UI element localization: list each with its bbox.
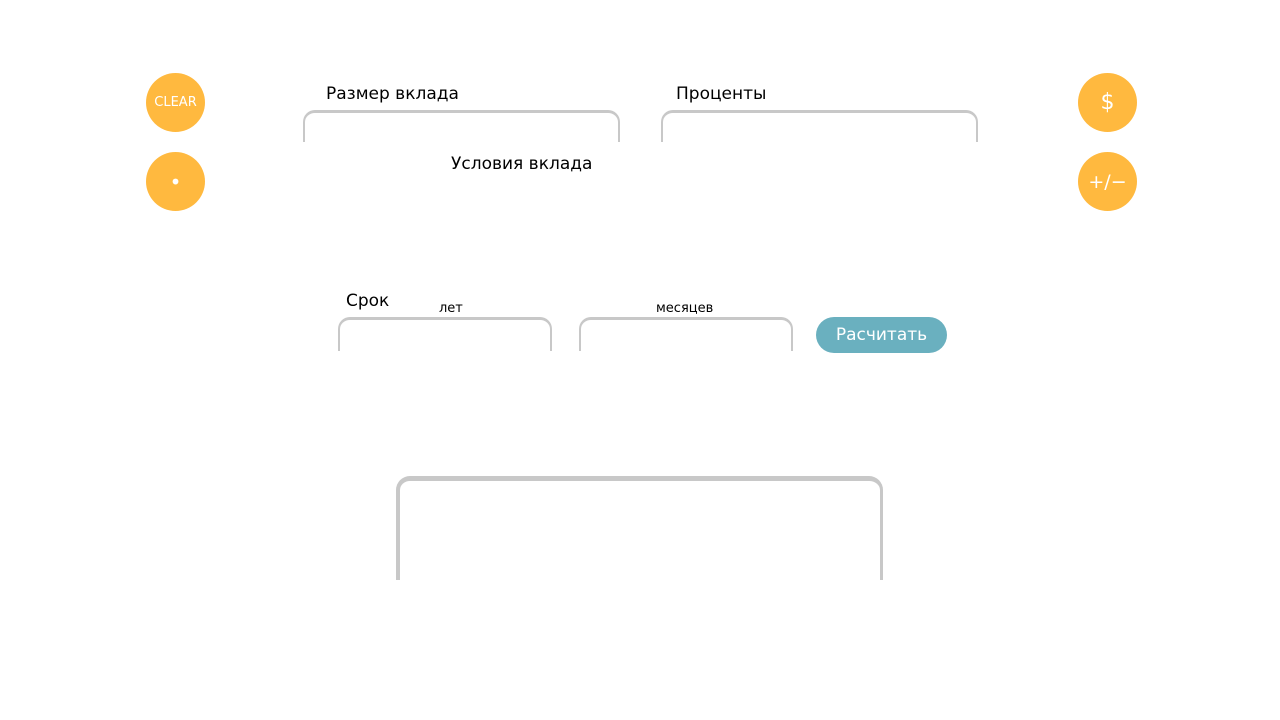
percent-label: Проценты [676, 84, 767, 104]
years-label: лет [439, 301, 463, 316]
deposit-calculator: CLEAR • $ +/− Размер вклада Проценты Усл… [0, 0, 1280, 720]
months-label: месяцев [656, 301, 714, 316]
months-field[interactable] [579, 317, 793, 351]
deposit-size-label: Размер вклада [326, 84, 459, 104]
currency-button[interactable]: $ [1078, 73, 1137, 132]
deposit-size-field[interactable] [303, 110, 620, 142]
percent-field[interactable] [661, 110, 978, 142]
decimal-point-button[interactable]: • [146, 152, 205, 211]
result-output [396, 476, 883, 580]
years-field[interactable] [338, 317, 552, 351]
deposit-conditions-heading: Условия вклада [451, 154, 593, 174]
sign-toggle-button[interactable]: +/− [1078, 152, 1137, 211]
calculate-button[interactable]: Расчитать [816, 317, 947, 353]
term-label: Срок [346, 291, 390, 311]
clear-button[interactable]: CLEAR [146, 73, 205, 132]
